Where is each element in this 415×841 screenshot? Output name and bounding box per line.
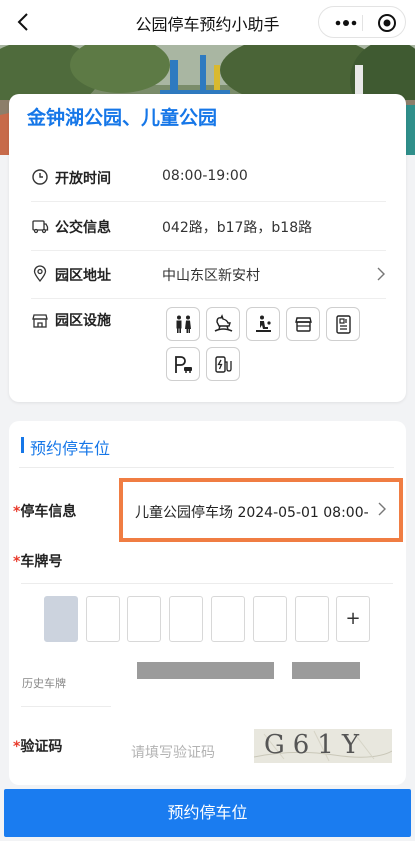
park-name: 金钟湖公园、儿童公园 xyxy=(27,107,218,129)
ev-charging-icon xyxy=(215,356,232,373)
location-pin-icon xyxy=(33,265,47,283)
parking-icon xyxy=(175,356,192,373)
code-label-text: 验证码 xyxy=(20,739,63,755)
captcha-text: G61Y xyxy=(264,730,368,760)
hours-value: 08:00-19:00 xyxy=(162,168,248,184)
info-row-hours: 开放时间 08:00-19:00 xyxy=(31,152,386,202)
parking-info-value: 儿童公园停车场 2024-05-01 08:00- xyxy=(135,505,369,521)
bus-icon xyxy=(32,220,49,234)
address-value: 中山东区新安村 xyxy=(162,268,260,284)
mini-program-capsule xyxy=(318,6,406,38)
plate-char-box[interactable] xyxy=(253,596,287,642)
hours-label: 开放时间 xyxy=(55,171,111,187)
facility-rocking-horse xyxy=(206,307,240,341)
info-row-bus: 公交信息 042路，b17路，b18路 xyxy=(31,201,386,251)
plate-char-box[interactable] xyxy=(86,596,120,642)
plate-label-text: 车牌号 xyxy=(20,554,63,570)
history-plate-chip[interactable] xyxy=(292,662,360,679)
chevron-right-icon xyxy=(378,502,386,516)
facilities-row: 园区设施 xyxy=(31,307,391,387)
facility-parking xyxy=(166,347,200,381)
facility-info-board xyxy=(326,307,360,341)
store-icon xyxy=(32,314,48,328)
bus-label: 公交信息 xyxy=(55,220,111,236)
rocking-horse-icon xyxy=(214,314,233,332)
info-row-address[interactable]: 园区地址 中山东区新安村 xyxy=(31,249,386,299)
add-plate-char-button[interactable]: + xyxy=(336,596,370,642)
close-target-icon[interactable] xyxy=(377,13,397,33)
address-label: 园区地址 xyxy=(55,268,111,284)
section-title-bar xyxy=(21,437,24,453)
facility-shop xyxy=(286,307,320,341)
shop-icon xyxy=(295,317,312,332)
plate-char-box[interactable] xyxy=(295,596,329,642)
baby-care-icon xyxy=(256,315,271,332)
capsule-divider xyxy=(362,15,363,31)
clock-icon xyxy=(32,169,48,185)
more-icon[interactable] xyxy=(331,15,361,31)
info-board-icon xyxy=(336,315,351,334)
divider xyxy=(21,706,111,707)
verification-code-input[interactable] xyxy=(131,743,241,763)
restroom-icon xyxy=(176,315,191,333)
parking-label-text: 停车信息 xyxy=(20,504,77,520)
plate-char-box[interactable] xyxy=(44,596,78,642)
plate-char-box[interactable] xyxy=(127,596,161,642)
plate-char-box[interactable] xyxy=(169,596,203,642)
history-plate-chip[interactable] xyxy=(137,662,274,679)
facility-ev-charging xyxy=(206,347,240,381)
park-info-card: 金钟湖公园、儿童公园 开放时间 08:00-19:00 公交信息 042路，b1… xyxy=(9,94,406,402)
facility-baby-care xyxy=(246,307,280,341)
nav-bar: 公园停车预约小助手 xyxy=(0,0,415,45)
history-plates-label: 历史车牌 xyxy=(22,677,66,690)
divider xyxy=(21,583,393,584)
captcha-image[interactable]: G61Y xyxy=(254,729,392,763)
booking-card: 预约停车位 *停车信息 儿童公园停车场 2024-05-01 08:00- *车… xyxy=(9,421,406,785)
plate-char-box[interactable] xyxy=(211,596,245,642)
app-page: 公园停车预约小助手 金钟湖公园、儿童公园 开放时间 08:00-19:00 公交… xyxy=(0,0,415,841)
facility-restroom xyxy=(166,307,200,341)
reserve-parking-button[interactable]: 预约停车位 xyxy=(4,789,411,837)
parking-info-label: *停车信息 xyxy=(13,501,76,521)
plate-number-label: *车牌号 xyxy=(13,551,62,571)
facilities-label: 园区设施 xyxy=(55,313,111,329)
chevron-right-icon xyxy=(377,267,385,281)
verification-code-label: *验证码 xyxy=(13,736,62,756)
bus-value: 042路，b17路，b18路 xyxy=(162,220,313,236)
section-title-text: 预约停车位 xyxy=(30,439,111,458)
parking-info-selector[interactable]: 儿童公园停车场 2024-05-01 08:00- xyxy=(119,478,403,542)
divider xyxy=(19,467,394,468)
